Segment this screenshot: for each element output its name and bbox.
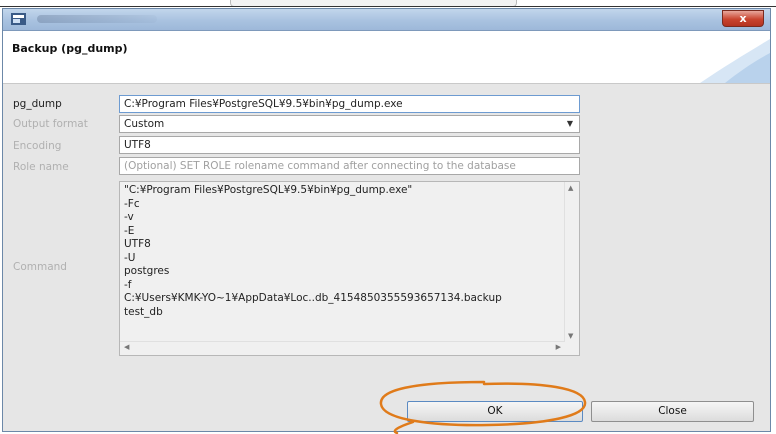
encoding-label: Encoding: [13, 140, 62, 152]
pg-dump-label: pg_dump: [13, 98, 62, 110]
command-line: -v: [124, 211, 134, 223]
close-button[interactable]: Close: [591, 401, 754, 422]
window-close-button[interactable]: x: [722, 10, 764, 27]
command-line: -Fc: [124, 197, 140, 210]
vertical-scrollbar[interactable]: ▲ ▼: [564, 182, 579, 342]
ok-button[interactable]: OK: [407, 401, 583, 422]
output-format-label: Output format: [13, 118, 88, 130]
blurred-title-text: [37, 15, 157, 23]
command-line: -U: [124, 251, 136, 264]
command-lines: "C:¥Program Files¥PostgreSQL¥9.5¥bin¥pg_…: [124, 184, 502, 319]
command-line: -f: [124, 278, 132, 291]
pg-dump-path-field[interactable]: C:¥Program Files¥PostgreSQL¥9.5¥bin¥pg_d…: [119, 95, 580, 113]
command-line: postgres: [124, 265, 170, 277]
encoding-field[interactable]: UTF8: [119, 136, 580, 154]
role-name-field[interactable]: (Optional) SET ROLE rolename command aft…: [119, 157, 580, 175]
banner-decoration: [700, 39, 770, 83]
command-line: UTF8: [124, 238, 151, 250]
command-line: -E: [124, 224, 135, 237]
command-line: "C:¥Program Files¥PostgreSQL¥9.5¥bin¥pg_…: [124, 184, 413, 196]
dialog-title: Backup (pg_dump): [12, 42, 128, 55]
top-strip: [0, 0, 776, 8]
scroll-left-icon[interactable]: ◀: [124, 343, 129, 351]
command-line: C:¥Users¥KMK-YO~1¥AppData¥Loc..db_415485…: [124, 292, 502, 304]
command-label: Command: [13, 261, 67, 273]
dialog-banner: Backup (pg_dump): [3, 31, 770, 84]
top-divider: [0, 6, 776, 7]
scroll-right-icon[interactable]: ▶: [556, 343, 561, 351]
horizontal-scrollbar[interactable]: ◀ ▶: [120, 341, 565, 355]
app-icon: [11, 13, 26, 25]
output-format-value: Custom: [124, 118, 165, 130]
command-line: test_db: [124, 305, 163, 318]
scroll-up-icon[interactable]: ▲: [568, 184, 573, 192]
output-format-select[interactable]: Custom ▼: [119, 115, 580, 133]
dropdown-arrow-icon: ▼: [566, 119, 573, 128]
title-bar[interactable]: x: [3, 9, 770, 31]
scroll-down-icon[interactable]: ▼: [568, 332, 573, 340]
role-name-label: Role name: [13, 161, 69, 173]
command-textarea[interactable]: "C:¥Program Files¥PostgreSQL¥9.5¥bin¥pg_…: [119, 181, 580, 356]
backup-dialog: x Backup (pg_dump) pg_dump C:¥Program Fi…: [2, 8, 771, 432]
